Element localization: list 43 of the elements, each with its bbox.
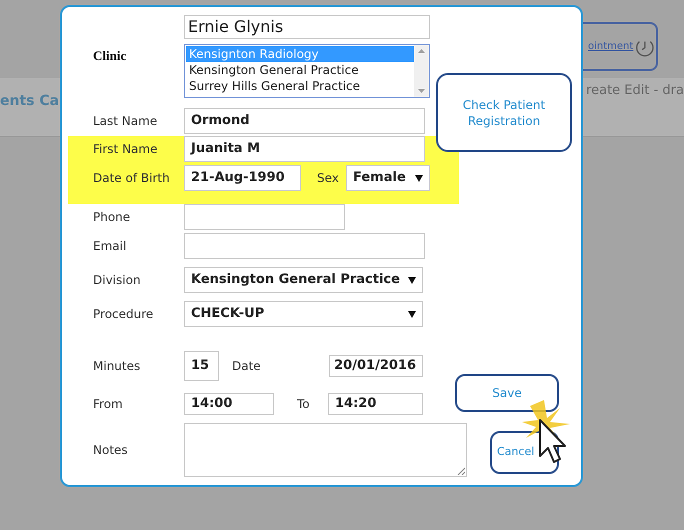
text-field[interactable] (184, 233, 425, 259)
clinic-label: Clinic (92, 47, 128, 65)
time-field[interactable]: 14:00 (184, 393, 274, 415)
clinic-option[interactable]: Surrey Hills General Practice (186, 78, 414, 94)
page-title: ents Ca (0, 92, 60, 111)
field-label: Procedure (93, 306, 154, 323)
sex-select[interactable]: Female (346, 165, 430, 191)
check-registration-button[interactable]: Check Patient Registration (436, 73, 572, 152)
dropdown-select[interactable]: Kensington General Practice (184, 267, 423, 293)
appointment-link-text: ointment (588, 40, 634, 54)
minutes-field[interactable]: 15 (184, 351, 219, 381)
field-label: Notes (93, 442, 129, 459)
field-label: First Name (93, 141, 158, 158)
text-field[interactable] (184, 204, 345, 230)
scroll-up-icon[interactable] (418, 49, 425, 53)
field-label: Sex (317, 170, 340, 187)
dropdown-caret-icon (408, 276, 416, 284)
text-field[interactable]: Ormond (184, 108, 425, 134)
patient-name-field[interactable]: Ernie Glynis (184, 15, 430, 39)
field-label: Last Name (93, 113, 158, 130)
clinic-option[interactable]: Kensington General Practice (186, 62, 414, 78)
breadcrumb-text: reate Edit - dra (586, 82, 684, 100)
field-label: Minutes (93, 358, 142, 375)
field-label: Phone (93, 209, 132, 226)
date-field[interactable]: 20/01/2016 (329, 355, 423, 377)
resize-grip-icon (457, 467, 465, 475)
field-label: Email (93, 238, 128, 255)
scroll-down-icon[interactable] (418, 89, 425, 93)
text-field[interactable]: Juanita M (184, 136, 425, 162)
dropdown-caret-icon (408, 310, 416, 318)
dropdown-select[interactable]: CHECK-UP (184, 301, 423, 327)
field-label: Date of Birth (93, 170, 171, 187)
field-label: To (297, 396, 311, 413)
dropdown-caret-icon (415, 174, 423, 182)
field-label: Date (232, 358, 262, 375)
field-label: Division (93, 272, 142, 289)
date-of-birth-field[interactable]: 21-Aug-1990 (184, 165, 301, 191)
time-field[interactable]: 14:20 (328, 393, 423, 415)
clinic-listbox[interactable]: Kensignton Radiology Kensington General Practice Surrey Hills General Practice (184, 44, 430, 98)
notes-textarea[interactable] (184, 423, 467, 477)
save-button[interactable]: Save (455, 374, 559, 412)
field-label: From (93, 396, 124, 413)
scrollbar[interactable] (414, 45, 429, 97)
